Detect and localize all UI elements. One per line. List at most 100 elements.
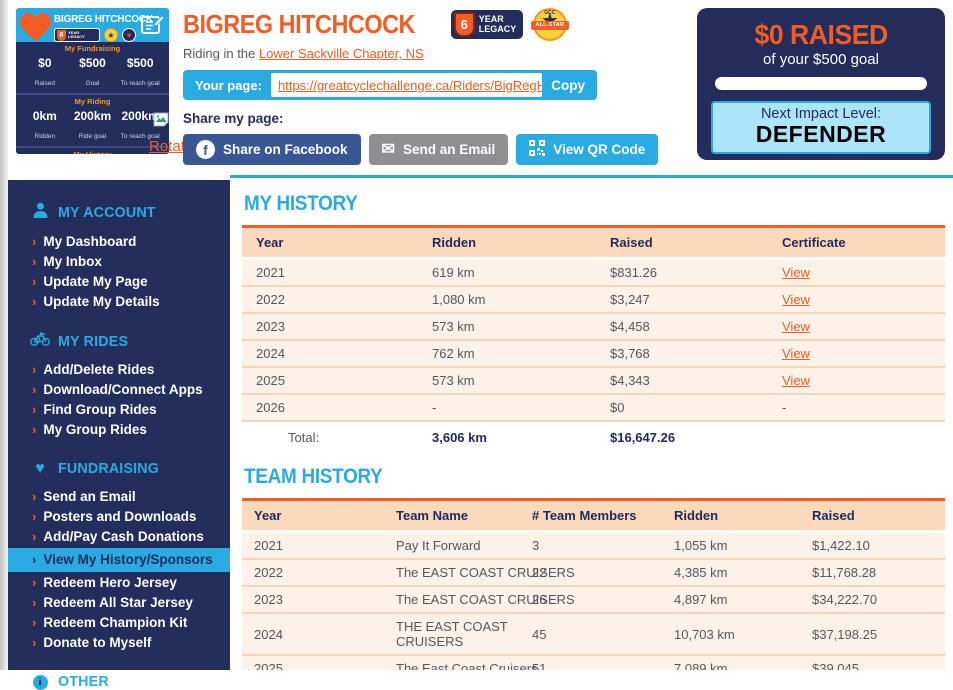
sidebar-section-title: MY RIDES: [58, 333, 128, 350]
raised-goal-text: of your $500 goal: [697, 51, 945, 68]
my-history-table: Year Ridden Raised Certificate 2021 619 …: [242, 225, 945, 453]
col-raised: Raised: [596, 227, 768, 259]
sidebar-item-my-group-rides[interactable]: ›My Group Rides: [8, 420, 230, 440]
sidebar-item-send-an-email[interactable]: ›Send an Email: [8, 487, 230, 507]
sidebar-item-add-pay-cash-donations[interactable]: ›Add/Pay Cash Donations: [8, 527, 230, 547]
section-label: My Riding: [21, 97, 164, 106]
sidebar-item-posters-and-downloads[interactable]: ›Posters and Downloads: [8, 507, 230, 527]
sidebar-item-view-my-history-sponsors[interactable]: ›View My History/Sponsors: [8, 548, 230, 572]
share-my-page-label: Share my page:: [183, 111, 613, 126]
view-certificate-link[interactable]: View: [782, 346, 810, 361]
chevron-right-icon: ›: [32, 234, 36, 249]
fundraising-progress-bar: [715, 77, 927, 90]
table-row: 2024 THE EAST COAST CRUISERS 45 10,703 k…: [242, 613, 945, 655]
edit-card-icon[interactable]: [140, 14, 164, 41]
chevron-right-icon: ›: [32, 294, 36, 309]
sidebar-item-my-inbox[interactable]: ›My Inbox: [8, 252, 230, 272]
table-row: 2021 Pay It Forward 3 1,055 km $1,422.10: [242, 532, 945, 560]
sidebar-section-title: MY ACCOUNT: [58, 204, 156, 221]
share-facebook-button[interactable]: f Share on Facebook: [183, 134, 361, 165]
section-label: My History: [21, 150, 164, 154]
team-history-title: TEAM HISTORY: [244, 465, 875, 489]
allstar-badge-icon: ★ GCC ALL-STAR: [533, 8, 567, 41]
sidebar-item-download-connect-apps[interactable]: ›Download/Connect Apps: [8, 380, 230, 400]
total-ridden: 3,606 km: [418, 421, 596, 453]
sidebar-item-find-group-rides[interactable]: ›Find Group Rides: [8, 400, 230, 420]
chevron-right-icon: ›: [32, 362, 36, 377]
mini-champion-badge-icon: ♥: [122, 28, 136, 42]
sidebar-item-redeem-champion-kit[interactable]: ›Redeem Champion Kit: [8, 613, 230, 633]
col-raised: Raised: [800, 500, 945, 532]
your-page-bar: Your page: https://greatcyclechallenge.c…: [183, 70, 597, 100]
sidebar-item-update-my-page[interactable]: ›Update My Page: [8, 272, 230, 292]
stat-value: $0: [38, 56, 51, 70]
view-qr-button[interactable]: View QR Code: [516, 134, 658, 165]
mini-allstar-badge-icon: ★: [104, 28, 118, 42]
chapter-link[interactable]: Lower Sackville Chapter, NS: [259, 46, 424, 61]
view-certificate-link[interactable]: View: [782, 292, 810, 307]
raised-amount: $0 RAISED: [754, 19, 887, 51]
broken-image-icon: [153, 112, 169, 132]
mini-legacy-number: 6: [57, 30, 66, 41]
table-row: 2022 1,080 km $3,247 View: [242, 286, 945, 313]
chevron-right-icon: ›: [32, 422, 36, 437]
sidebar-section-other: i OTHER: [30, 673, 230, 690]
table-row: 2024 762 km $3,768 View: [242, 340, 945, 367]
mini-legacy-text: YEAR LEGACY: [68, 31, 85, 40]
team-history-table: Year Team Name # Team Members Ridden Rai…: [242, 498, 945, 670]
info-icon: i: [30, 673, 50, 690]
table-row: 2023 The EAST COAST CRUISERS 26 4,897 km…: [242, 586, 945, 613]
chevron-right-icon: ›: [32, 529, 36, 544]
send-email-button[interactable]: ✉ Send an Email: [369, 134, 509, 165]
stat-value: $500: [127, 56, 154, 70]
chevron-right-icon: ›: [32, 274, 36, 289]
chevron-right-icon: ›: [32, 575, 36, 590]
chevron-right-icon: ›: [32, 489, 36, 504]
card-fundraising-section: My Fundraising $0Raised $500Goal $500To …: [16, 42, 169, 93]
total-label: Total:: [242, 421, 418, 453]
stat-value: 200km: [74, 109, 111, 123]
copy-button[interactable]: Copy: [542, 78, 594, 93]
page-url-field[interactable]: https://greatcyclechallenge.ca/Riders/Bi…: [271, 73, 542, 97]
view-certificate-link[interactable]: View: [782, 265, 810, 280]
impact-level-label: Next Impact Level:: [713, 106, 929, 122]
allstar-badge-top-text: GCC: [533, 10, 567, 16]
facebook-icon: f: [196, 140, 215, 159]
sidebar-item-update-my-details[interactable]: ›Update My Details: [8, 292, 230, 312]
table-row: 2026 - $0 -: [242, 394, 945, 421]
sidebar-item-my-dashboard[interactable]: ›My Dashboard: [8, 232, 230, 252]
col-year: Year: [242, 500, 384, 532]
card-history-section: My History 6 yearLegacy $16,647Raised 3,…: [16, 146, 169, 154]
table-header-row: Year Team Name # Team Members Ridden Rai…: [242, 500, 945, 532]
impact-level-value: DEFENDER: [713, 122, 929, 147]
table-row: 2023 573 km $4,458 View: [242, 313, 945, 340]
profile-card-stats: My Fundraising $0Raised $500Goal $500To …: [16, 42, 169, 154]
mini-legacy-badge-icon: 6 YEAR LEGACY: [54, 28, 100, 42]
sidebar-item-redeem-hero-jersey[interactable]: ›Redeem Hero Jersey: [8, 573, 230, 593]
col-team-members: # Team Members: [520, 500, 662, 532]
page-url-link[interactable]: https://greatcyclechallenge.ca/Riders/Bi…: [278, 78, 542, 93]
card-riding-section: My Riding 0kmRidden 200kmRide goal 200km…: [16, 93, 169, 146]
sidebar-item-redeem-all-star-jersey[interactable]: ›Redeem All Star Jersey: [8, 593, 230, 613]
view-certificate-link[interactable]: View: [782, 319, 810, 334]
window-left-edge: [0, 0, 8, 670]
riding-in-line: Riding in the Lower Sackville Chapter, N…: [183, 46, 613, 61]
sidebar-item-donate-to-myself[interactable]: ›Donate to Myself: [8, 633, 230, 653]
col-ridden: Ridden: [662, 500, 800, 532]
stat-caption: Raised: [35, 80, 55, 87]
col-ridden: Ridden: [418, 227, 596, 259]
sidebar-item-add-delete-rides[interactable]: ›Add/Delete Rides: [8, 360, 230, 380]
profile-card: BIGREG HITCHCOCK 6 YEAR LEGACY ★ ♥ My Fu…: [16, 8, 169, 154]
page-title: BIGREG HITCHCOCK: [183, 9, 415, 40]
stat-caption: Ridden: [35, 133, 56, 140]
legacy-badge-text: YEAR LEGACY: [479, 15, 517, 34]
stat-value: $500: [79, 56, 106, 70]
chevron-right-icon: ›: [32, 382, 36, 397]
stat-caption: To reach goal: [121, 80, 160, 87]
table-row: 2025 The East Coast Cruisers 51 7,089 km…: [242, 655, 945, 670]
bicycle-icon: [30, 332, 50, 350]
heart-icon: ♥: [30, 461, 50, 477]
view-certificate-link[interactable]: View: [782, 373, 810, 388]
allstar-badge-band-text: ALL-STAR: [531, 21, 569, 30]
sidebar-section-fundraising: ♥ FUNDRAISING: [30, 460, 230, 477]
